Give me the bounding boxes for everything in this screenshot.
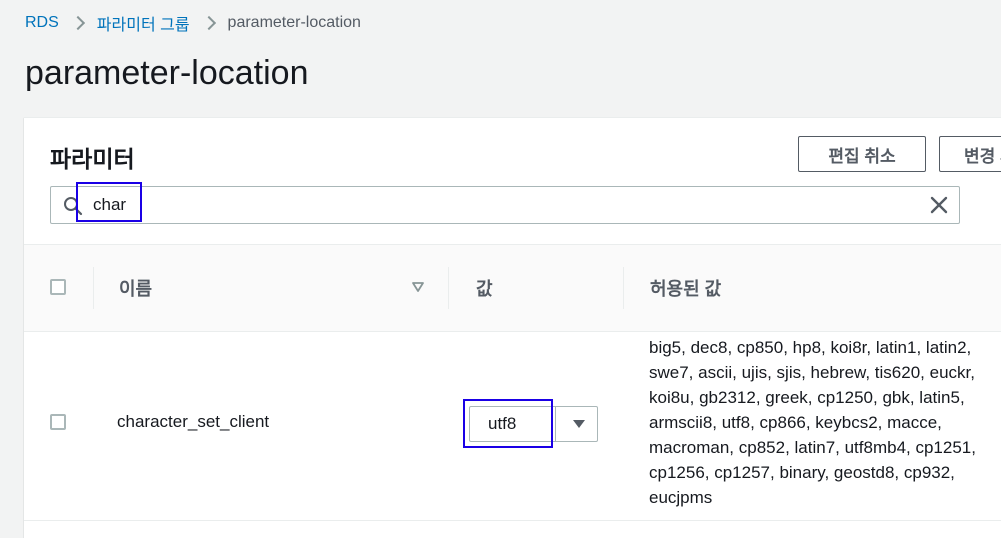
column-header-value: 값 [476,279,493,299]
search-input[interactable] [93,193,893,217]
breadcrumb-parameter-groups-link[interactable]: 파라미터 그룹 [97,11,190,35]
column-header-name[interactable]: 이름 [119,275,152,301]
chevron-right-icon [73,15,83,31]
value-select-current: utf8 [488,414,517,433]
breadcrumb-rds-link[interactable]: RDS [25,14,59,32]
cancel-edit-button[interactable]: 편집 취소 [798,136,926,172]
caret-down-icon[interactable] [572,419,586,429]
table-header: 이름 값 허용된 값 [24,244,1001,332]
column-divider [623,267,624,309]
column-divider [93,267,94,309]
select-all-checkbox[interactable] [50,279,66,295]
search-icon [64,197,83,216]
row-checkbox[interactable] [50,414,66,430]
close-icon[interactable] [929,195,949,215]
column-header-allowed-values: 허용된 값 [650,279,722,299]
value-select[interactable]: utf8 [469,406,598,442]
parameters-panel: 파라미터 편집 취소 변경 사항 저장 이름 값 허용된 값 character… [24,117,1001,538]
parameter-name: character_set_client [117,412,270,431]
panel-title: 파라미터 [50,146,135,172]
page-title: parameter-location [25,54,309,92]
save-changes-button[interactable]: 변경 사항 저장 [939,136,1001,172]
select-divider [555,406,556,442]
breadcrumb-current: parameter-location [227,14,361,31]
allowed-values: big5, dec8, cp850, hp8, koi8r, latin1, l… [649,338,976,507]
search-box [50,186,960,224]
breadcrumb: RDS 파라미터 그룹 parameter-location [25,12,361,34]
column-divider [448,267,449,309]
table-row: character_set_client utf8 big5, dec8, cp… [24,330,1001,521]
sort-down-icon[interactable] [411,281,425,293]
chevron-right-icon [204,15,214,31]
